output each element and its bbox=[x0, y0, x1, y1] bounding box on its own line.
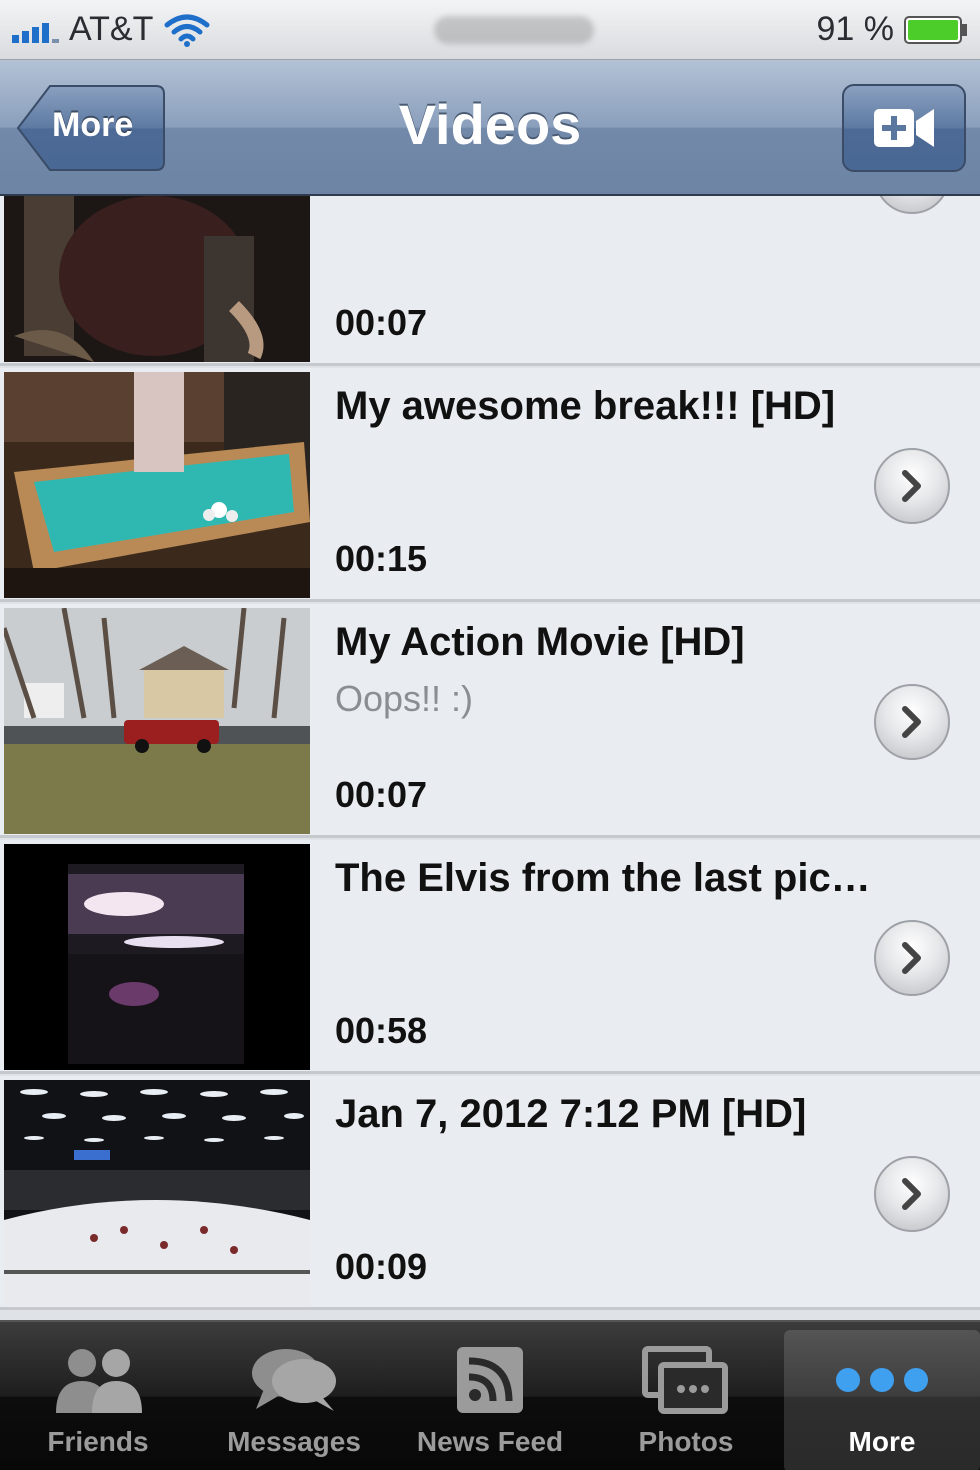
video-row[interactable]: My Action Movie [HD] Oops!! :) 00:07 bbox=[0, 604, 980, 838]
chevron-right-icon bbox=[902, 1178, 921, 1210]
disclosure-button[interactable] bbox=[874, 196, 950, 214]
chevron-right-icon bbox=[902, 470, 921, 502]
video-title: My Action Movie [HD] bbox=[335, 620, 745, 664]
add-video-button[interactable] bbox=[842, 84, 966, 172]
disclosure-button[interactable] bbox=[874, 684, 950, 760]
tab-label: More bbox=[848, 1426, 916, 1457]
photos-icon bbox=[641, 1340, 731, 1420]
video-row[interactable]: The Elvis from the last pic… 00:58 bbox=[0, 840, 980, 1074]
disclosure-button[interactable] bbox=[874, 448, 950, 524]
video-duration: 00:58 bbox=[335, 1010, 428, 1051]
video-title: The Elvis from the last pic… bbox=[335, 856, 871, 900]
more-dots-icon bbox=[834, 1340, 930, 1420]
chevron-right-icon bbox=[902, 706, 921, 738]
rss-feed-icon bbox=[455, 1340, 525, 1420]
video-title: Jan 7, 2012 7:12 PM [HD] bbox=[335, 1092, 807, 1136]
chevron-right-icon bbox=[902, 942, 921, 974]
navigation-bar: More Videos bbox=[0, 60, 980, 196]
tab-bar: Friends Messages News Feed Photos More bbox=[0, 1320, 980, 1470]
video-title: My awesome break!!! [HD] bbox=[335, 384, 836, 428]
tab-friends[interactable]: Friends bbox=[0, 1322, 196, 1470]
tab-label: Messages bbox=[227, 1426, 361, 1457]
video-thumbnail bbox=[4, 608, 310, 834]
messages-icon bbox=[246, 1340, 342, 1420]
page-title: Videos bbox=[398, 93, 582, 156]
video-list[interactable]: 00:07 My awesome break!!! [HD] 00:15 My … bbox=[0, 196, 980, 1320]
video-duration: 00:09 bbox=[335, 1246, 428, 1287]
tab-photos[interactable]: Photos bbox=[588, 1322, 784, 1470]
carrier-name: AT&T bbox=[69, 10, 154, 48]
tab-news-feed[interactable]: News Feed bbox=[392, 1322, 588, 1470]
tab-more[interactable]: More bbox=[784, 1330, 980, 1470]
tab-label: Friends bbox=[47, 1426, 149, 1457]
video-camera-add-icon bbox=[874, 109, 934, 147]
tab-messages[interactable]: Messages bbox=[196, 1322, 392, 1470]
battery-icon bbox=[904, 15, 967, 44]
status-time-blurred bbox=[433, 15, 594, 44]
video-thumbnail bbox=[4, 372, 310, 598]
battery-percentage: 91 % bbox=[816, 10, 895, 48]
video-duration: 00:07 bbox=[335, 774, 428, 815]
friends-icon bbox=[50, 1340, 146, 1420]
video-duration: 00:15 bbox=[335, 538, 428, 579]
status-left: AT&T bbox=[12, 10, 211, 49]
video-thumbnail bbox=[4, 844, 310, 1070]
wifi-icon bbox=[164, 14, 210, 47]
video-thumbnail bbox=[4, 196, 310, 362]
tab-label: News Feed bbox=[416, 1426, 564, 1457]
tab-label: Photos bbox=[638, 1426, 734, 1457]
video-description: Oops!! :) bbox=[335, 678, 474, 719]
video-thumbnail bbox=[4, 1080, 310, 1306]
video-row[interactable]: My awesome break!!! [HD] 00:15 bbox=[0, 368, 980, 602]
disclosure-button[interactable] bbox=[874, 920, 950, 996]
video-row[interactable]: Jan 7, 2012 7:12 PM [HD] 00:09 bbox=[0, 1076, 980, 1310]
cellular-signal-icon bbox=[12, 17, 59, 43]
status-right: 91 % bbox=[817, 10, 969, 49]
status-bar: AT&T 91 % bbox=[0, 0, 980, 60]
disclosure-button[interactable] bbox=[874, 1156, 950, 1232]
video-duration: 00:07 bbox=[335, 302, 428, 343]
video-row[interactable]: 00:07 bbox=[0, 196, 980, 366]
